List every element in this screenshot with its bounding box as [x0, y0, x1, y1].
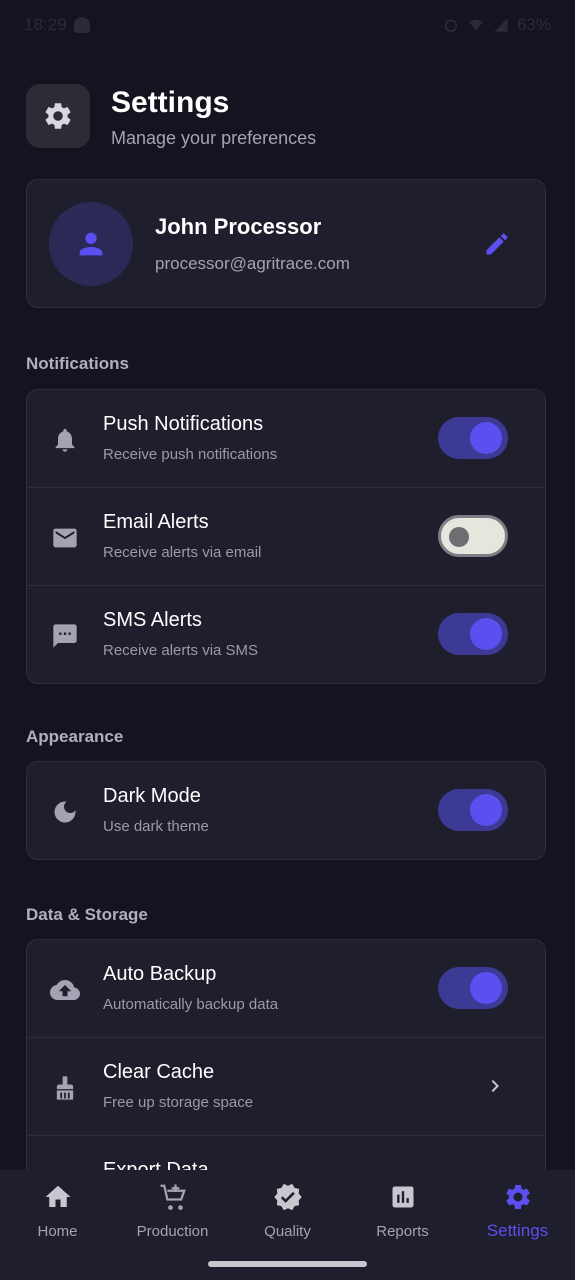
gear-icon: [26, 84, 90, 148]
status-bar: 18:29 63%: [0, 0, 575, 52]
email-alerts-toggle[interactable]: [438, 515, 508, 557]
setting-row-sms-alerts[interactable]: SMS Alerts Receive alerts via SMS: [27, 585, 545, 683]
gear-icon: [460, 1182, 575, 1212]
page-title: Settings: [111, 86, 230, 119]
chevron-right-icon: [491, 1080, 499, 1092]
setting-row-push-notifications[interactable]: Push Notifications Receive push notifica…: [27, 390, 545, 487]
broom-icon: [49, 1072, 81, 1104]
wifi-icon: [469, 19, 483, 31]
report-icon: [345, 1182, 460, 1212]
setting-title: SMS Alerts: [103, 609, 202, 631]
nav-label: Reports: [376, 1223, 429, 1240]
toggle-knob: [470, 422, 502, 454]
edit-profile-button[interactable]: [479, 226, 515, 262]
nav-home[interactable]: Home: [0, 1180, 115, 1240]
nav-settings[interactable]: Settings: [460, 1180, 575, 1240]
notifications-card: Push Notifications Receive push notifica…: [26, 389, 546, 684]
setting-subtitle: Receive alerts via email: [103, 544, 262, 561]
setting-title: Auto Backup: [103, 963, 217, 985]
nav-quality[interactable]: Quality: [230, 1180, 345, 1240]
setting-title: Push Notifications: [103, 413, 264, 435]
data-storage-card: Auto Backup Automatically backup data Cl…: [26, 939, 546, 1179]
auto-backup-toggle[interactable]: [438, 967, 508, 1009]
setting-row-dark-mode[interactable]: Dark Mode Use dark theme: [27, 762, 545, 859]
cart-icon: [115, 1182, 230, 1212]
nav-label: Settings: [486, 1221, 549, 1240]
setting-title: Email Alerts: [103, 511, 209, 533]
nav-reports[interactable]: Reports: [345, 1180, 460, 1240]
status-time: 18:29: [24, 15, 67, 34]
sms-icon: [49, 620, 81, 652]
setting-title: Clear Cache: [103, 1061, 215, 1083]
signal-icon: [494, 18, 508, 32]
toggle-knob: [449, 527, 469, 547]
section-title-notifications: Notifications: [26, 354, 129, 373]
notification-icon: [74, 17, 90, 33]
nav-label: Home: [37, 1223, 78, 1240]
setting-row-auto-backup[interactable]: Auto Backup Automatically backup data: [27, 940, 545, 1037]
section-title-data-storage: Data & Storage: [26, 905, 148, 924]
setting-row-clear-cache[interactable]: Clear Cache Free up storage space: [27, 1037, 545, 1135]
page-subtitle: Manage your preferences: [111, 128, 317, 148]
toggle-knob: [470, 794, 502, 826]
sms-alerts-toggle[interactable]: [438, 613, 508, 655]
profile-email: processor@agritrace.com: [155, 254, 350, 273]
toggle-knob: [470, 972, 502, 1004]
avatar: [49, 202, 133, 286]
dark-mode-toggle[interactable]: [438, 789, 508, 831]
status-icons: 63%: [443, 15, 551, 35]
setting-subtitle: Use dark theme: [103, 818, 209, 835]
nav-production[interactable]: Production: [115, 1180, 230, 1240]
verified-icon: [230, 1182, 345, 1212]
push-notifications-toggle[interactable]: [438, 417, 508, 459]
bell-icon: [49, 424, 81, 456]
pencil-icon: [486, 233, 508, 255]
appearance-card: Dark Mode Use dark theme: [26, 761, 546, 860]
setting-subtitle: Automatically backup data: [103, 996, 279, 1013]
toggle-knob: [470, 618, 502, 650]
profile-card[interactable]: John Processor processor@agritrace.com: [26, 179, 546, 308]
setting-row-email-alerts[interactable]: Email Alerts Receive alerts via email: [27, 487, 545, 585]
cloud-upload-icon: [49, 974, 81, 1006]
battery-level: 63%: [516, 15, 551, 34]
setting-title: Dark Mode: [103, 785, 201, 807]
moon-icon: [49, 796, 81, 828]
alarm-icon: [444, 19, 458, 32]
page-header: Settings Manage your preferences: [26, 84, 546, 150]
nav-label: Quality: [264, 1223, 311, 1240]
section-title-appearance: Appearance: [26, 727, 124, 746]
home-indicator[interactable]: [208, 1261, 367, 1267]
setting-subtitle: Receive alerts via SMS: [103, 642, 259, 659]
setting-subtitle: Free up storage space: [103, 1094, 254, 1111]
home-icon: [0, 1182, 115, 1212]
profile-name: John Processor: [155, 214, 322, 239]
mail-icon: [49, 522, 81, 554]
setting-subtitle: Receive push notifications: [103, 446, 278, 463]
person-icon: [79, 232, 103, 256]
nav-label: Production: [136, 1223, 209, 1240]
